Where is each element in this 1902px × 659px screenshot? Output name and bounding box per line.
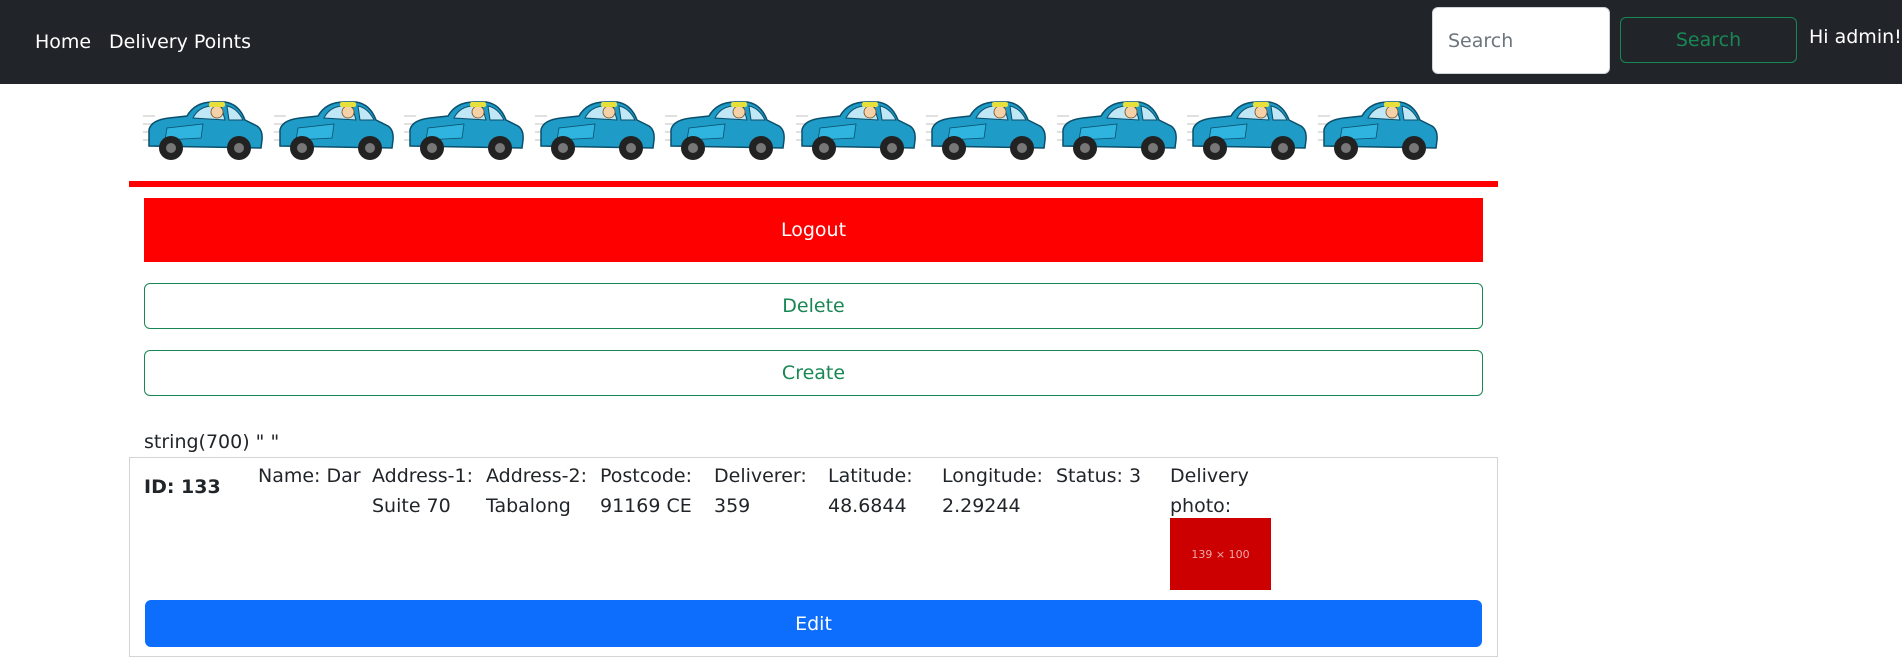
nav-home-link[interactable]: Home <box>35 30 91 54</box>
record-address2: Address-2: Tabalong <box>486 465 588 517</box>
record-longitude: Longitude: 2.29244 <box>942 465 1043 517</box>
create-button[interactable]: Create <box>144 350 1483 396</box>
delete-button[interactable]: Delete <box>144 283 1483 329</box>
delivery-car-icon <box>273 101 394 160</box>
delivery-car-icon <box>926 101 1046 160</box>
nav-delivery-points-link[interactable]: Delivery Points <box>109 30 251 54</box>
delivery-car-icon <box>534 101 655 160</box>
search-input[interactable] <box>1432 7 1610 74</box>
delivery-car-icon <box>404 101 524 160</box>
delivery-car-icon <box>795 101 916 160</box>
record-postcode: Postcode: 91169 CE <box>600 465 692 517</box>
delivery-car-icon <box>143 101 263 160</box>
banner-divider <box>129 181 1498 187</box>
delivery-photo: 139 × 100 <box>1170 518 1271 590</box>
record-latitude: Latitude: 48.6844 <box>828 465 913 517</box>
search-button[interactable]: Search <box>1620 17 1797 63</box>
photo-placeholder-text: 139 × 100 <box>1191 547 1250 561</box>
record-address1: Address-1: Suite 70 <box>372 465 474 517</box>
delivery-car-icon <box>1056 101 1177 160</box>
logout-button[interactable]: Logout <box>144 198 1483 262</box>
debug-output: string(700) " " <box>144 431 280 453</box>
record-photo-label: Delivery photo: <box>1170 465 1249 517</box>
delivery-car-icon <box>1317 101 1438 160</box>
top-navbar: Home Delivery Points Search Hi admin! <box>0 0 1902 84</box>
record-id: ID: 133 <box>144 476 221 498</box>
delivery-car-icon <box>1187 101 1307 160</box>
record-name: Name: Dar <box>258 465 361 487</box>
delivery-car-icon <box>665 101 785 160</box>
record-status: Status: 3 <box>1056 465 1142 487</box>
user-greeting: Hi admin! <box>1809 26 1902 48</box>
edit-button[interactable]: Edit <box>145 600 1482 647</box>
record-deliverer: Deliverer: 359 <box>714 465 807 517</box>
